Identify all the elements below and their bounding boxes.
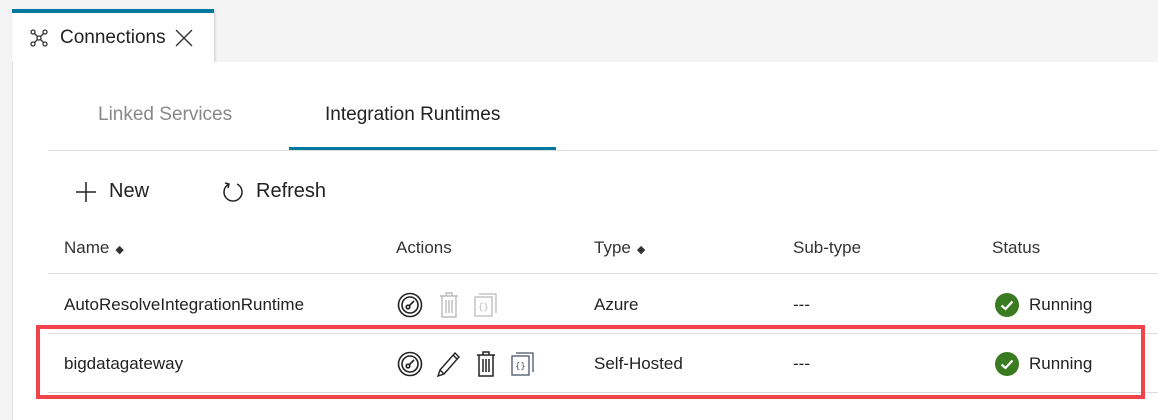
header-type-label: Type [594, 238, 631, 257]
tab-divider [48, 150, 1158, 151]
tab-integration-runtimes[interactable]: Integration Runtimes [325, 104, 500, 126]
tab-linked-services[interactable]: Linked Services [98, 104, 232, 126]
sort-icon: ◆ [636, 244, 646, 256]
new-label: New [109, 180, 150, 202]
header-name[interactable]: Name ◆ [64, 238, 124, 258]
runtime-name[interactable]: AutoResolveIntegrationRuntime [64, 295, 304, 315]
active-tab-indicator [289, 147, 556, 150]
status-badge: Running [995, 293, 1092, 317]
runtime-type: Azure [594, 295, 639, 314]
monitor-icon[interactable] [397, 292, 423, 318]
check-circle-icon [995, 293, 1019, 317]
refresh-button[interactable]: Refresh [222, 180, 326, 203]
plus-icon [76, 181, 96, 202]
connections-tab[interactable]: Connections [12, 9, 214, 63]
runtime-subtype: --- [793, 295, 810, 314]
delete-icon [440, 292, 458, 318]
refresh-icon [223, 181, 243, 202]
svg-text:{}: {} [478, 303, 489, 313]
row-highlight-box [36, 325, 1145, 399]
tab-title: Connections [60, 27, 166, 48]
connections-icon [30, 29, 48, 47]
status-text: Running [1029, 295, 1093, 314]
refresh-label: Refresh [256, 180, 327, 202]
header-subtype: Sub-type [793, 238, 862, 257]
code-icon: {} [474, 293, 497, 317]
header-actions: Actions [396, 238, 452, 257]
header-name-label: Name [64, 238, 110, 257]
new-button[interactable]: New [75, 180, 149, 203]
close-icon[interactable] [174, 28, 194, 48]
header-status: Status [992, 238, 1041, 257]
row-divider [48, 273, 1158, 274]
header-type[interactable]: Type ◆ [594, 238, 645, 258]
sort-icon: ◆ [115, 244, 124, 256]
